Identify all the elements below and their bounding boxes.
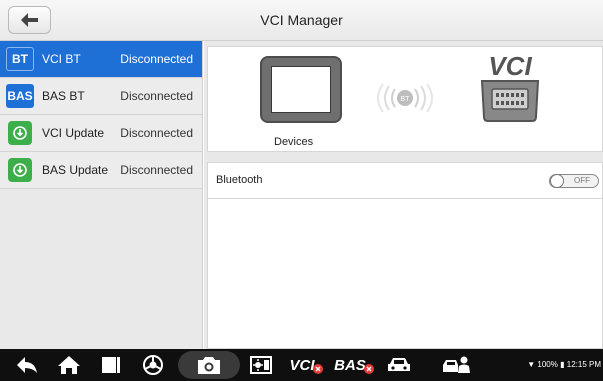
bluetooth-settings-card: Bluetooth OFF [207,162,603,349]
wifi-icon: ▼ [527,360,536,369]
main-panel: BT VCI Devices Bluetooth OFF [204,41,603,349]
sidebar-item-bas-update[interactable]: BAS Update Disconnected [0,152,202,189]
error-badge-icon [312,364,323,374]
vci-device-icon: VCI [480,51,540,122]
bluetooth-label: Bluetooth [216,174,263,186]
bas-icon: BAS [6,84,34,108]
vci-status-text: VCI [289,356,315,374]
bluetooth-signal-icon: BT [377,83,433,113]
bas-status-icon[interactable]: BAS [330,349,378,381]
car-icon[interactable] [384,349,414,381]
sidebar-item-label: VCI BT [42,52,81,66]
bt-icon: BT [6,47,34,71]
vci-logo-text: VCI [488,51,532,81]
recent-apps-icon[interactable] [98,349,124,381]
status-area: ▼ 100% ▮ 12:15 PM [527,349,601,381]
toggle-knob [550,174,564,188]
connection-status: Disconnected [120,126,193,140]
connection-status: Disconnected [120,163,193,177]
browser-icon[interactable] [140,349,166,381]
sidebar-item-label: VCI Update [42,126,105,140]
signal-badge-text: BT [401,96,411,103]
clock: 12:15 PM [566,360,601,369]
bluetooth-toggle[interactable]: OFF [549,174,599,188]
download-icon [8,121,32,145]
display-settings-icon[interactable] [248,349,274,381]
sidebar: BT VCI BT Disconnected BAS BAS BT Discon… [0,41,203,349]
sidebar-item-vci-update[interactable]: VCI Update Disconnected [0,115,202,152]
devices-card: BT VCI Devices [207,46,603,152]
bas-status-text: BAS [334,356,366,374]
connection-status: Disconnected [120,52,193,66]
system-navbar: VCI BAS ▼ 100% ▮ 12:15 PM [0,349,603,381]
vci-status-icon[interactable]: VCI [284,349,328,381]
toggle-state-text: OFF [574,176,590,185]
top-bar: VCI Manager [0,0,603,41]
tablet-device-icon [260,56,342,123]
back-icon[interactable] [14,349,40,381]
sidebar-item-label: BAS BT [42,89,85,103]
battery-level: 100% [537,360,558,369]
car-service-icon[interactable] [440,349,474,381]
sidebar-item-vci-bt[interactable]: BT VCI BT Disconnected [0,41,202,78]
error-badge-icon [363,364,374,374]
home-icon[interactable] [56,349,82,381]
devices-label: Devices [274,136,314,148]
sidebar-item-label: BAS Update [42,163,109,177]
sidebar-item-bas-bt[interactable]: BAS BAS BT Disconnected [0,78,202,115]
download-icon [8,158,32,182]
battery-icon: ▮ [560,360,565,369]
camera-icon[interactable] [196,349,222,381]
bluetooth-row: Bluetooth OFF [208,163,602,199]
page-title: VCI Manager [260,12,343,28]
connection-status: Disconnected [120,89,193,103]
